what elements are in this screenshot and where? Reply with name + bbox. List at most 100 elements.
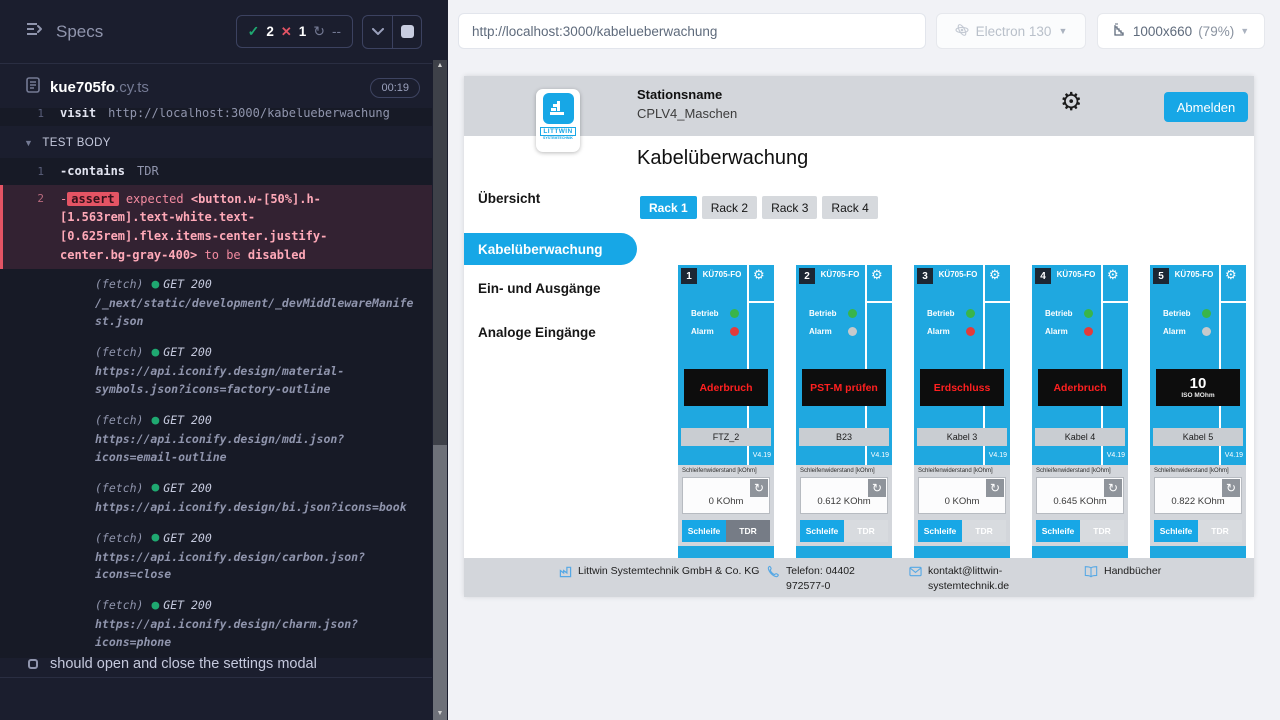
url-input[interactable] <box>472 24 912 39</box>
cable-module-card: 1 KÜ705-FO ⚙ Betrieb Alarm Aderbruch FTZ… <box>678 265 774 558</box>
fetch-url: https://api.iconify.design/material-symb… <box>95 363 418 399</box>
module-gear-icon[interactable]: ⚙ <box>753 268 765 281</box>
logout-button[interactable]: Abmelden <box>1164 92 1248 122</box>
run-controls <box>362 15 422 49</box>
module-number: 2 <box>799 268 815 284</box>
sidebar-item-uebersicht[interactable]: Übersicht <box>478 191 540 206</box>
divider <box>749 301 774 303</box>
fetch-status: GET 200 <box>163 344 211 362</box>
tdr-button-disabled[interactable]: TDR <box>962 520 1006 542</box>
fetch-label: (fetch) <box>95 480 143 498</box>
fetch-label: (fetch) <box>95 597 143 615</box>
scroll-up-icon[interactable]: ▲ <box>433 60 447 72</box>
stop-button[interactable] <box>392 16 421 48</box>
fetch-status: GET 200 <box>163 412 211 430</box>
assert-badge: assert <box>67 192 118 206</box>
refresh-icon[interactable]: ↻ <box>868 479 886 497</box>
command-name: -contains <box>60 164 125 178</box>
sidebar-item-ein-und-ausgaenge[interactable]: Ein- und Ausgänge <box>478 281 601 296</box>
visit-command-row[interactable]: 1 visithttp://localhost:3000/kabelueberw… <box>0 108 432 126</box>
tab-rack-2[interactable]: Rack 2 <box>702 196 757 219</box>
fetch-log-row[interactable]: (fetch)●GET 200 https://api.iconify.desi… <box>0 405 432 473</box>
fetch-url: https://api.iconify.design/charm.json?ic… <box>95 616 418 652</box>
sidebar-item-analoge-eingaenge[interactable]: Analoge Eingänge <box>478 325 596 340</box>
module-gear-icon[interactable]: ⚙ <box>1107 268 1119 281</box>
firmware-version: V4.19 <box>1107 452 1125 459</box>
spec-file-name: kue705fo.cy.ts <box>50 79 149 96</box>
next-test-row[interactable]: should open and close the settings modal <box>0 648 432 680</box>
fetch-log-row[interactable]: (fetch)●GET 200 https://api.iconify.desi… <box>0 522 432 590</box>
schleife-button[interactable]: Schleife <box>682 520 726 542</box>
status-dot-icon: ● <box>151 596 159 616</box>
measurement-panel: Schleifenwiderstand [kOhm] ↻ 0.822 KOhm … <box>1150 465 1246 546</box>
viewport-selector[interactable]: 1000x660 (79%) ▼ <box>1097 13 1265 49</box>
assert-failed-row[interactable]: 2 -assert expected <button.w-[50%].h-[1.… <box>0 185 432 269</box>
fetch-log-row[interactable]: (fetch)●GET 200 https://api.iconify.desi… <box>0 472 432 522</box>
alarm-label: Alarm <box>809 327 832 336</box>
divider <box>983 446 985 465</box>
spec-file-row[interactable]: kue705fo.cy.ts 00:19 <box>0 64 432 108</box>
test-body-section[interactable]: ▼ TEST BODY <box>0 126 432 158</box>
fetch-url: https://api.iconify.design/mdi.json?icon… <box>95 431 418 467</box>
alarm-led <box>848 327 857 336</box>
resistance-label: Schleifenwiderstand [kOhm] <box>682 468 757 474</box>
tab-rack-1[interactable]: Rack 1 <box>640 196 697 219</box>
module-gear-icon[interactable]: ⚙ <box>871 268 883 281</box>
line-number: 2 <box>3 190 60 264</box>
tdr-button-disabled[interactable]: TDR <box>844 520 888 542</box>
resistance-value: 0.645 KOhm <box>1037 496 1123 507</box>
specs-list-icon[interactable] <box>26 22 44 41</box>
footer-manuals[interactable]: Handbücher <box>1084 564 1161 579</box>
fetch-url: /_next/static/development/_devMiddleware… <box>95 295 418 331</box>
spec-file-icon <box>26 77 40 98</box>
schleife-button[interactable]: Schleife <box>800 520 844 542</box>
scrollbar-thumb[interactable] <box>433 445 447 720</box>
station-label: Stationsname <box>637 87 722 102</box>
scroll-down-icon[interactable]: ▼ <box>433 708 447 720</box>
scrollbar-track[interactable]: ▲ ▼ <box>433 60 447 720</box>
cable-name: FTZ_2 <box>681 428 771 446</box>
fetch-log-row[interactable]: (fetch)●GET 200 /_next/static/developmen… <box>0 269 432 337</box>
module-gear-icon[interactable]: ⚙ <box>1225 268 1237 281</box>
sidebar-item-kabelueberwachung[interactable]: Kabelüberwachung <box>464 233 637 265</box>
reporter-scrollbar[interactable]: ▲ ▼ <box>432 0 448 720</box>
factory-icon <box>559 565 572 579</box>
tdr-button-disabled[interactable]: TDR <box>1080 520 1124 542</box>
specs-label[interactable]: Specs <box>56 22 103 42</box>
contains-command-row[interactable]: 1 -contains TDR <box>0 158 432 185</box>
tdr-button-disabled[interactable]: TDR <box>1198 520 1242 542</box>
schleife-button[interactable]: Schleife <box>918 520 962 542</box>
app-header <box>464 76 1254 136</box>
app-preview-area: Electron 130 ▼ 1000x660 (79%) ▼ LITTWIN … <box>448 0 1280 720</box>
fetch-log-row[interactable]: (fetch)●GET 200 https://api.iconify.desi… <box>0 337 432 405</box>
alarm-label: Alarm <box>691 327 714 336</box>
divider <box>1101 446 1103 465</box>
betrieb-label: Betrieb <box>809 309 837 318</box>
module-gear-icon[interactable]: ⚙ <box>989 268 1001 281</box>
schleife-button[interactable]: Schleife <box>1154 520 1198 542</box>
footer-manuals-text: Handbücher <box>1104 564 1161 579</box>
url-bar[interactable] <box>458 13 926 49</box>
command-arg: TDR <box>137 164 159 178</box>
refresh-icon[interactable]: ↻ <box>1222 479 1240 497</box>
tab-rack-3[interactable]: Rack 3 <box>762 196 817 219</box>
schleife-button[interactable]: Schleife <box>1036 520 1080 542</box>
footer-phone: Telefon: 04402 972577-0 <box>767 564 872 594</box>
betrieb-label: Betrieb <box>691 309 719 318</box>
browser-selector[interactable]: Electron 130 ▼ <box>936 13 1086 49</box>
tdr-button[interactable]: TDR <box>726 520 770 542</box>
viewport-zoom: (79%) <box>1198 24 1234 39</box>
refresh-icon[interactable]: ↻ <box>986 479 1004 497</box>
resistance-label: Schleifenwiderstand [kOhm] <box>1154 468 1229 474</box>
resistance-valuebox: ↻ 0.822 KOhm <box>1154 477 1242 514</box>
logo-subtext: SYSTEMTECHNIK <box>543 136 573 140</box>
line-number: 1 <box>0 163 60 180</box>
settings-gear-icon[interactable]: ⚙ <box>1060 90 1082 115</box>
refresh-icon[interactable]: ↻ <box>1104 479 1122 497</box>
refresh-icon[interactable]: ↻ <box>750 479 768 497</box>
fetch-url: https://api.iconify.design/bi.json?icons… <box>95 499 418 517</box>
chevron-down-icon: ▼ <box>1058 26 1067 36</box>
tab-rack-4[interactable]: Rack 4 <box>822 196 877 219</box>
collapse-button[interactable] <box>363 16 392 48</box>
assert-state: disabled <box>248 248 306 262</box>
